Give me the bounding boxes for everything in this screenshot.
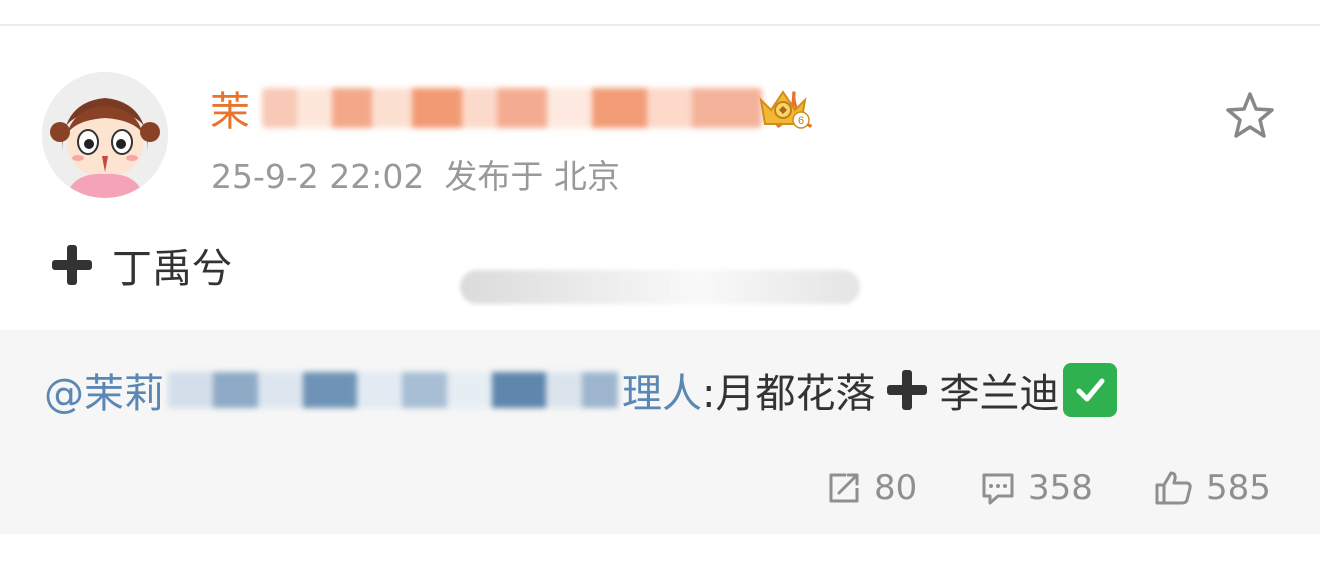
comment-button[interactable]: 358 [980,466,1093,510]
comment-count: 358 [1028,468,1093,508]
share-count: 80 [874,468,918,508]
watermark-overlay [460,270,860,304]
repost-mention-suffix: 理人 [622,371,702,417]
post-text: 丁禹兮 [112,246,232,292]
like-icon [1155,471,1192,505]
post-content: 丁禹兮 [50,236,232,294]
action-bar: 80 358 585 [0,466,1320,510]
like-count: 585 [1206,468,1271,508]
vip-level: 6 [798,115,804,127]
star-icon[interactable] [1222,88,1278,144]
avatar[interactable] [42,72,168,198]
avatar-cartoon-icon [42,72,168,198]
like-button[interactable]: 585 [1154,466,1271,510]
repost-mention-redacted [168,372,618,408]
share-button[interactable]: 80 [826,466,917,510]
check-icon [1063,363,1118,417]
author-name-prefix: 茉 [210,89,250,135]
post-meta: 25-9-2 22:02 发布于 北京 [211,150,620,198]
repost-content: :月都花落 [702,371,876,417]
repost-block[interactable]: @茉莉 理人 :月都花落 李兰迪 80 358 585 [0,330,1320,534]
top-divider [0,24,1320,26]
author-name-redacted [262,88,762,128]
share-icon [829,473,859,503]
plus-icon [885,368,929,412]
repost-content-after: 李兰迪 [939,371,1060,417]
post-date: 25-9-2 22:02 [211,157,425,196]
post-location: 发布于 北京 [444,157,620,196]
bottom-spacer [0,534,1320,567]
crown-badge-icon[interactable]: 6 [755,86,811,132]
repost-mention-prefix: @茉莉 [44,371,164,417]
repost-line: @茉莉 理人 :月都花落 李兰迪 [44,361,1118,419]
plus-icon [50,243,94,287]
comment-icon [982,473,1014,505]
author-name[interactable]: 茉 人 [210,82,814,135]
repost-mention[interactable]: @茉莉 理人 [44,361,702,419]
